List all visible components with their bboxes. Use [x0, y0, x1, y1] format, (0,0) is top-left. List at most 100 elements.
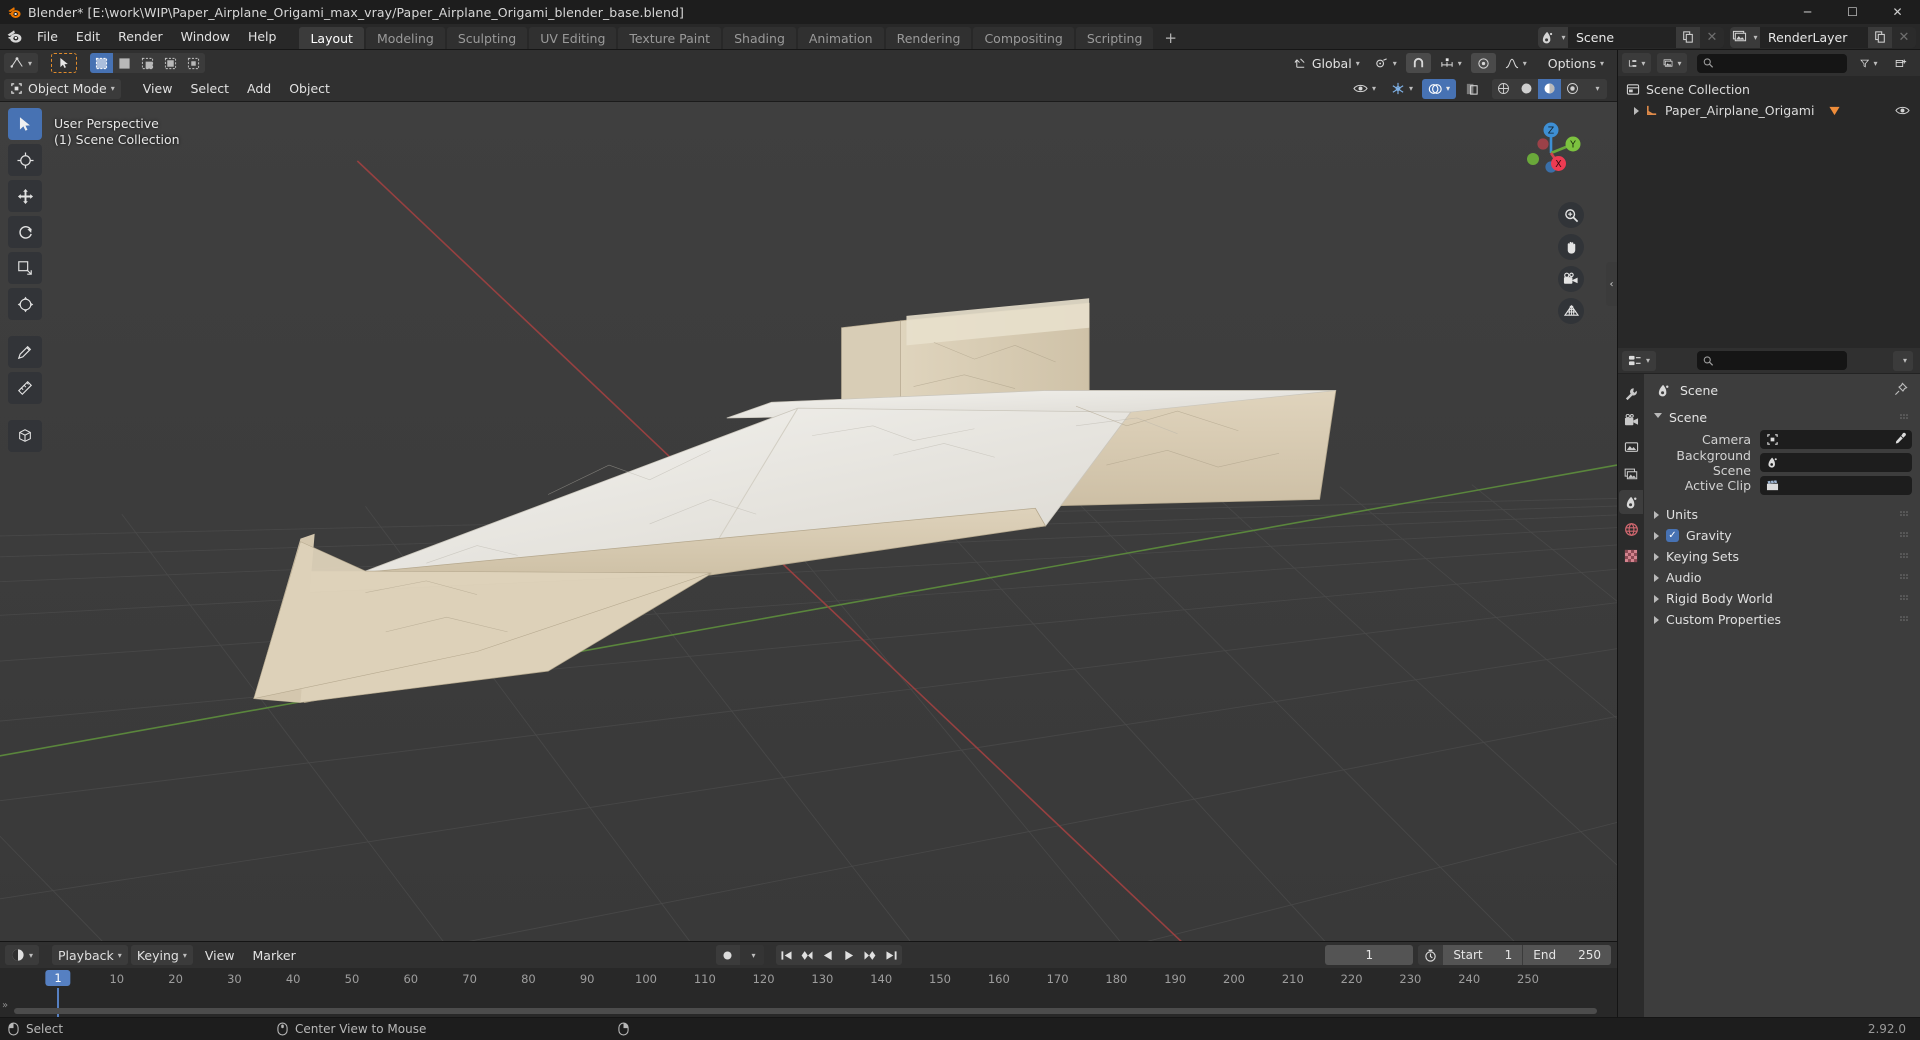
tab-shading[interactable]: Shading: [723, 27, 796, 49]
select-set-icon[interactable]: [90, 53, 114, 73]
shading-wireframe-icon[interactable]: [1492, 79, 1515, 99]
tab-modeling[interactable]: Modeling: [365, 27, 445, 49]
shading-options-chevron-icon[interactable]: ▾: [1584, 79, 1607, 99]
tool-annotate-button[interactable]: [8, 336, 42, 368]
gravity-checkbox[interactable]: ✓: [1666, 529, 1679, 542]
transport-controls[interactable]: [775, 945, 902, 965]
select-subtract-icon[interactable]: [136, 53, 159, 73]
chevron-down-icon[interactable]: [1654, 413, 1662, 422]
chevron-right-icon[interactable]: [1654, 573, 1659, 582]
viewport-menu-view[interactable]: View: [134, 79, 182, 99]
panel-header-scene[interactable]: Scene: [1644, 406, 1920, 429]
timeline-editor-type-button[interactable]: ▾: [5, 945, 40, 965]
render-icon[interactable]: [1619, 409, 1643, 433]
menu-file[interactable]: File: [28, 24, 67, 49]
field-camera[interactable]: [1760, 430, 1912, 449]
editor-type-button[interactable]: ▾: [4, 53, 39, 73]
object-data-triangle-icon[interactable]: [1828, 105, 1841, 117]
select-difference-icon[interactable]: [159, 53, 182, 73]
snap-pivot-dropdown[interactable]: ▾: [1369, 53, 1403, 73]
chevron-right-icon[interactable]: [1654, 594, 1659, 603]
viewlayer-name-field[interactable]: RenderLayer: [1760, 30, 1868, 45]
zoom-icon[interactable]: [1558, 202, 1584, 228]
properties-search-input[interactable]: [1718, 353, 1842, 368]
object-mode-dropdown[interactable]: Object Mode ▾: [4, 78, 121, 99]
section-custom-properties[interactable]: Custom Properties: [1644, 609, 1920, 630]
outliner-display-mode-button[interactable]: ▾: [1657, 53, 1688, 73]
menu-help[interactable]: Help: [239, 24, 286, 49]
shading-material-icon[interactable]: [1538, 78, 1561, 99]
overlays-toggle-button[interactable]: ▾: [1421, 78, 1456, 99]
visibility-dropdown[interactable]: ▾: [1347, 79, 1382, 99]
timeline-menu-marker[interactable]: Marker: [244, 945, 305, 965]
tool-cursor-button[interactable]: [8, 144, 42, 176]
tool-rotate-button[interactable]: [8, 216, 42, 248]
next-keyframe-icon[interactable]: [860, 945, 881, 965]
auto-keying-group[interactable]: ▾: [715, 945, 764, 965]
tool-icon[interactable]: [1619, 382, 1643, 406]
camera-icon[interactable]: [1558, 266, 1584, 292]
auto-key-options-chevron-icon[interactable]: ▾: [739, 945, 764, 965]
section-gravity[interactable]: ✓ Gravity: [1644, 525, 1920, 546]
select-extend-icon[interactable]: [113, 53, 136, 73]
viewport-menu-add[interactable]: Add: [238, 79, 280, 99]
tab-scripting[interactable]: Scripting: [1075, 27, 1154, 49]
world-icon[interactable]: [1619, 517, 1643, 541]
proportional-edit-button[interactable]: [1470, 53, 1496, 73]
timer-icon[interactable]: [1418, 945, 1442, 965]
shading-solid-icon[interactable]: [1515, 79, 1538, 99]
properties-options-dropdown[interactable]: ▾: [1892, 350, 1913, 371]
tool-scale-button[interactable]: [8, 252, 42, 284]
shading-rendered-icon[interactable]: [1561, 79, 1584, 99]
section-keying-sets[interactable]: Keying Sets: [1644, 546, 1920, 567]
tool-tweak-button[interactable]: [8, 108, 42, 140]
menu-window[interactable]: Window: [172, 24, 239, 49]
tool-measure-button[interactable]: [8, 372, 42, 404]
sidebar-collapse-toggle[interactable]: ‹: [1606, 262, 1617, 306]
output-icon[interactable]: [1619, 436, 1643, 460]
scene-selector[interactable]: ▾ Scene ✕: [1538, 26, 1724, 48]
remove-viewlayer-button[interactable]: ✕: [1892, 26, 1916, 48]
pan-hand-icon[interactable]: [1558, 234, 1584, 260]
gizmo-toggle-button[interactable]: ▾: [1385, 79, 1419, 99]
outliner-search-input[interactable]: [1719, 56, 1842, 70]
snap-to-dropdown[interactable]: ▾: [1434, 53, 1468, 73]
section-rigid-body-world[interactable]: Rigid Body World: [1644, 588, 1920, 609]
outliner-filter-button[interactable]: ▾: [1854, 53, 1883, 73]
outliner-editor-type-button[interactable]: ▾: [1622, 53, 1652, 73]
timeline-expand-arrow-icon[interactable]: »: [2, 1000, 8, 1011]
unlink-scene-button[interactable]: ✕: [1700, 26, 1724, 48]
playhead-label[interactable]: 1: [45, 970, 71, 986]
snap-magnet-button[interactable]: [1405, 53, 1431, 73]
field-active-clip[interactable]: [1760, 476, 1912, 495]
scene-icon[interactable]: [1619, 490, 1643, 514]
menu-render[interactable]: Render: [109, 24, 172, 49]
jump-to-start-icon[interactable]: [776, 945, 797, 965]
navigation-gizmo[interactable]: Z Y X: [1513, 112, 1589, 188]
prev-keyframe-icon[interactable]: [797, 945, 818, 965]
scene-name-field[interactable]: Scene: [1568, 30, 1676, 45]
play-reverse-icon[interactable]: [818, 945, 839, 965]
chevron-right-icon[interactable]: [1654, 552, 1659, 561]
new-viewlayer-button[interactable]: [1868, 26, 1892, 48]
tab-rendering[interactable]: Rendering: [885, 27, 972, 49]
maximize-button[interactable]: ☐: [1830, 0, 1875, 24]
view-layer-icon[interactable]: [1619, 463, 1643, 487]
tab-sculpting[interactable]: Sculpting: [446, 27, 528, 49]
grid-ortho-icon[interactable]: [1558, 298, 1584, 324]
section-audio[interactable]: Audio: [1644, 567, 1920, 588]
eyedropper-icon[interactable]: [1894, 432, 1907, 445]
record-icon[interactable]: [716, 945, 740, 965]
timeline-playback-dropdown[interactable]: Playback ▾: [52, 945, 128, 965]
chevron-right-icon[interactable]: [1654, 510, 1659, 519]
section-units[interactable]: Units: [1644, 504, 1920, 525]
field-background-scene[interactable]: [1760, 453, 1912, 472]
timeline-keying-dropdown[interactable]: Keying ▾: [130, 945, 193, 965]
blender-menu-icon[interactable]: [0, 24, 28, 49]
shading-mode-group[interactable]: ▾: [1492, 78, 1607, 99]
xray-toggle-button[interactable]: [1459, 79, 1485, 99]
tab-texture-paint[interactable]: Texture Paint: [618, 27, 722, 49]
visibility-eye-icon[interactable]: [1895, 105, 1910, 116]
texture-icon[interactable]: [1619, 544, 1643, 568]
outliner-row-object[interactable]: Paper_Airplane_Origami: [1618, 100, 1920, 121]
